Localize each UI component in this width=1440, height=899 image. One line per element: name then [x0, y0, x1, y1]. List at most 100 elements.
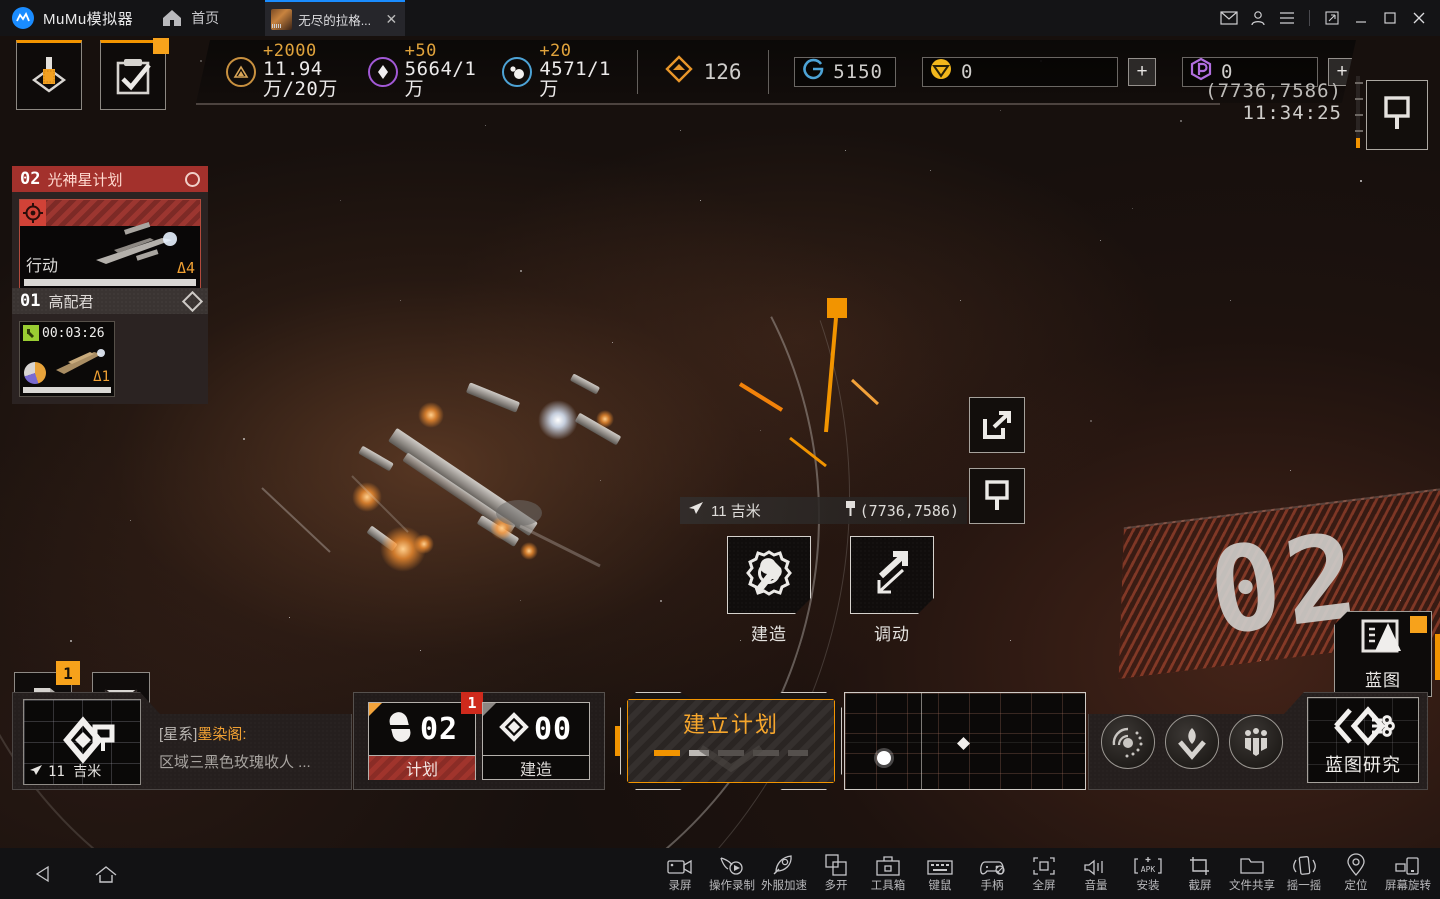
account-icon[interactable]	[1245, 5, 1271, 31]
map-crosshair-v	[921, 693, 922, 789]
restore-icon[interactable]	[1319, 5, 1345, 31]
tool-screen-record[interactable]: 录屏	[654, 850, 706, 897]
blueprint-research-button[interactable]: 蓝图研究	[1307, 697, 1419, 783]
plan-badge: 1	[461, 692, 483, 714]
set-marker-button[interactable]	[969, 468, 1025, 524]
quest-timer: 00:03:26	[42, 325, 105, 341]
tool-macro-record[interactable]: 操作录制	[706, 850, 758, 897]
mail-icon[interactable]	[1216, 5, 1242, 31]
create-plan-button[interactable]: 建立计划	[620, 692, 842, 790]
crosshair-icon	[20, 200, 46, 226]
player-fleet[interactable]	[352, 366, 660, 616]
build-diamond-icon	[499, 711, 529, 746]
open-external-button[interactable]	[969, 397, 1025, 453]
minimize-icon[interactable]	[1348, 5, 1374, 31]
maximize-icon[interactable]	[1377, 5, 1403, 31]
tool-file-share[interactable]: 文件共享	[1226, 850, 1278, 897]
coordinates: (7736,7586)	[1205, 80, 1342, 102]
tool-location[interactable]: 定位	[1330, 850, 1382, 897]
quest-card[interactable]: 行动 Δ4	[19, 199, 201, 291]
stat-energy[interactable]: 5150	[794, 56, 896, 87]
quest-card[interactable]: 00:03:26 Δ1	[19, 321, 115, 397]
build-label: 建造	[483, 755, 589, 780]
cta-strip	[615, 726, 620, 756]
quest-panel-02[interactable]: 02 光神星计划 行动 Δ4	[12, 166, 208, 298]
quest-header: 02 光神星计划	[12, 166, 208, 192]
tool-label: 安装	[1136, 880, 1160, 892]
collect-button[interactable]	[1165, 715, 1219, 769]
quest-progress-bar	[23, 387, 111, 393]
tool-label: 全屏	[1032, 880, 1056, 892]
tool-toolbox[interactable]: 工具箱	[862, 850, 914, 897]
deuterium-value: 4571/1万	[539, 58, 611, 101]
tool-keyboard-mouse[interactable]: 键鼠	[914, 850, 966, 897]
stat-currency-gold[interactable]: 0	[922, 56, 1118, 87]
game-tab[interactable]: 无尽的拉格... ✕	[265, 0, 406, 36]
zoom-slider[interactable]	[1355, 76, 1363, 148]
build-action-button[interactable]: 建造	[727, 536, 811, 645]
system-chat-info[interactable]: [星系]墨染阁: 区域三黑色玫瑰收人 ...	[159, 723, 349, 772]
tool-install-apk[interactable]: APK 安装	[1122, 850, 1174, 897]
fleet-deploy-button[interactable]	[16, 40, 82, 110]
toolbox-icon	[876, 850, 900, 876]
game-viewport[interactable]: 02 +2000 11.94万/20万 +50 5664/1万 +20 4571…	[0, 36, 1440, 848]
plan-slot[interactable]: 1 02 计划	[368, 692, 483, 780]
tool-volume[interactable]: 音量	[1070, 850, 1122, 897]
crystal-icon	[367, 56, 398, 87]
game-hud: 11 吉米 [星系]墨染阁: 区域三黑色玫瑰收人 ... 1 02 计划 00 …	[12, 678, 1428, 790]
tool-vpn-boost[interactable]: 外服加速	[758, 850, 810, 897]
fleet-button[interactable]	[1229, 715, 1283, 769]
back-button[interactable]	[30, 860, 58, 888]
app-name: MuMu模拟器	[43, 10, 134, 28]
map-node-target[interactable]	[957, 737, 970, 750]
selection-coords: (7736,7586)	[859, 501, 959, 520]
tasks-button[interactable]	[100, 38, 169, 110]
radar-scan-button[interactable]	[1101, 715, 1155, 769]
window-controls	[1216, 0, 1432, 36]
tool-screenshot[interactable]: 截屏	[1174, 850, 1226, 897]
viewport-side-buttons	[969, 397, 1025, 524]
divider	[636, 49, 638, 94]
navigation-arrow-icon	[688, 501, 704, 520]
circle-outline-icon	[185, 171, 200, 187]
tool-multi-instance[interactable]: 多开	[810, 850, 862, 897]
tool-screen-rotate[interactable]: 屏幕旋转	[1382, 850, 1434, 897]
create-plan-inner: 建立计划	[627, 699, 835, 783]
transfer-action-button[interactable]: 调动	[850, 536, 934, 645]
quest-card-delta: Δ1	[93, 369, 110, 385]
system-prefix: [星系]	[159, 726, 198, 743]
file-share-icon	[1240, 850, 1264, 876]
menu-icon[interactable]	[1274, 5, 1300, 31]
tool-label: 外服加速	[761, 880, 807, 892]
tool-fullscreen[interactable]: 全屏	[1018, 850, 1070, 897]
resource-crystal: +50 5664/1万	[367, 42, 477, 101]
keyboard-mouse-icon	[927, 850, 953, 876]
build-action-icon-box	[727, 536, 811, 614]
resource-deuterium: +20 4571/1万	[502, 42, 611, 101]
gamepad-icon	[979, 850, 1005, 876]
tool-shake[interactable]: 摇一摇	[1278, 850, 1330, 897]
tab-close-icon[interactable]: ✕	[383, 11, 399, 28]
gear-wrench-icon	[741, 546, 797, 605]
build-slot[interactable]: 00 建造	[482, 702, 590, 780]
quest-body: 行动 Δ4	[12, 192, 208, 298]
tool-gamepad[interactable]: 手柄	[966, 850, 1018, 897]
quest-title: 高配君	[48, 293, 94, 311]
add-gold-button[interactable]: +	[1128, 57, 1156, 86]
map-node-current[interactable]	[877, 751, 891, 765]
hud-tactical-map[interactable]	[844, 692, 1086, 790]
quest-panel-01[interactable]: 01 高配君 00:03:26 Δ1	[12, 288, 208, 404]
tool-label: 屏幕旋转	[1385, 880, 1431, 892]
blueprint-research-icon	[1332, 704, 1395, 753]
minimap[interactable]: 11 吉米	[23, 699, 141, 785]
home-button[interactable]	[92, 860, 120, 888]
tool-label: 操作录制	[709, 880, 755, 892]
pin-view-button[interactable]	[1366, 80, 1428, 150]
multi-instance-icon	[825, 850, 847, 876]
stat-tech-points: 126	[664, 54, 742, 89]
tool-label: 工具箱	[870, 880, 906, 892]
tool-label: 多开	[824, 880, 848, 892]
macro-record-icon	[719, 850, 745, 876]
close-icon[interactable]	[1406, 5, 1432, 31]
titlebar-home-button[interactable]: 首页	[161, 8, 219, 28]
